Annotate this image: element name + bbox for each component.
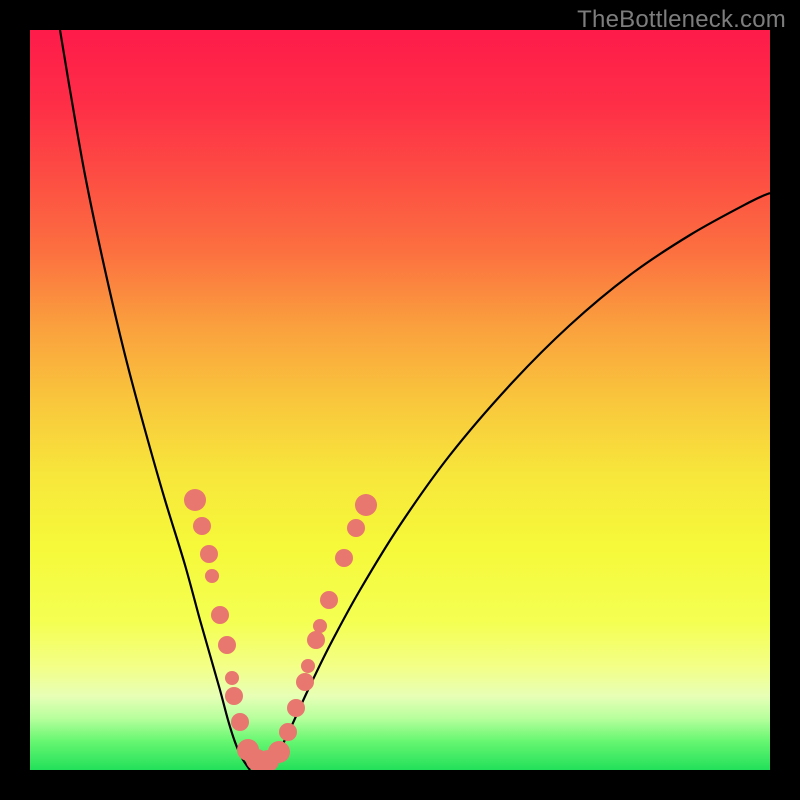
data-marker [320,591,338,609]
data-marker [268,741,290,763]
data-marker [355,494,377,516]
curve-layer [30,30,770,770]
watermark-label: TheBottleneck.com [577,6,786,34]
data-marker [335,549,353,567]
data-marker [218,636,236,654]
outer-frame: TheBottleneck.com [0,0,800,800]
data-marker [287,699,305,717]
data-marker [193,517,211,535]
data-marker [211,606,229,624]
data-marker [296,673,314,691]
data-marker [225,687,243,705]
data-marker [279,723,297,741]
data-marker [231,713,249,731]
data-marker [307,631,325,649]
data-marker [347,519,365,537]
marker-group [184,489,377,770]
left-curve [60,30,250,770]
data-marker [313,619,327,633]
data-marker [200,545,218,563]
data-marker [225,671,239,685]
data-marker [184,489,206,511]
data-marker [301,659,315,673]
plot-area [30,30,770,770]
right-curve [270,193,770,770]
data-marker [205,569,219,583]
